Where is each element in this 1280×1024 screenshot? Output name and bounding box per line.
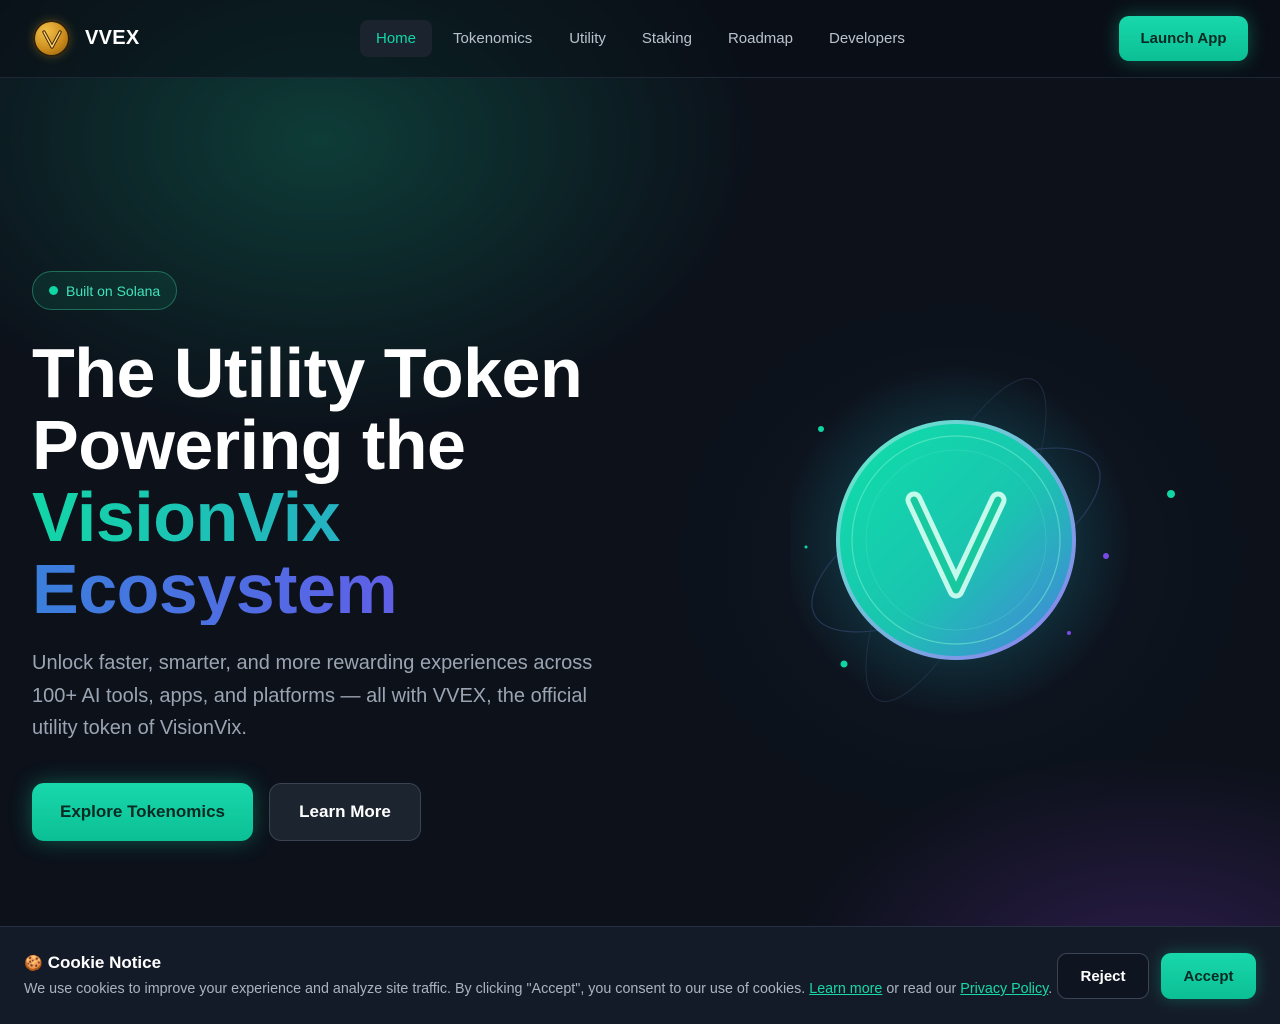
vvex-token-coin-icon: [781, 365, 1175, 715]
page: VVEX Home Tokenomics Utility Staking Roa…: [0, 0, 1280, 1024]
cookie-title: 🍪 Cookie Notice: [24, 953, 161, 973]
brand[interactable]: VVEX: [33, 20, 140, 57]
nav-item-tokenomics[interactable]: Tokenomics: [436, 20, 549, 57]
hero-token-illustration: [781, 360, 1210, 740]
nav-item-roadmap[interactable]: Roadmap: [712, 20, 809, 57]
cookie-message: We use cookies to improve your experienc…: [24, 981, 1052, 997]
explore-tokenomics-button[interactable]: Explore Tokenomics: [32, 783, 253, 841]
hero-title-line-4: Ecosystem: [32, 553, 672, 625]
status-dot-icon: [49, 286, 58, 295]
top-navbar: VVEX Home Tokenomics Utility Staking Roa…: [0, 0, 1280, 78]
accept-cookies-button[interactable]: Accept: [1161, 953, 1256, 999]
nav-item-home[interactable]: Home: [360, 20, 433, 57]
badge-label: Built on Solana: [66, 282, 161, 299]
reject-cookies-button[interactable]: Reject: [1057, 953, 1149, 999]
hero-title-line-2: Powering the: [32, 406, 466, 484]
cookie-message-middle: or read our: [886, 981, 957, 997]
cookie-learn-more-link[interactable]: Learn more: [809, 981, 882, 997]
nav-item-developers[interactable]: Developers: [813, 20, 921, 57]
cookie-icon: 🍪: [24, 955, 43, 972]
hero-title-line-1: The Utility Token: [32, 334, 583, 412]
launch-app-button[interactable]: Launch App: [1119, 16, 1248, 61]
cookie-message-text: We use cookies to improve your experienc…: [24, 981, 806, 997]
learn-more-button[interactable]: Learn More: [269, 783, 421, 841]
nav-item-utility[interactable]: Utility: [553, 20, 622, 57]
privacy-policy-link[interactable]: Privacy Policy: [960, 981, 1048, 997]
brand-name: VVEX: [85, 27, 140, 49]
vvex-gold-coin-icon: [33, 20, 70, 57]
hero-description: Unlock faster, smarter, and more rewardi…: [32, 652, 593, 739]
nav-item-staking[interactable]: Staking: [626, 20, 708, 57]
cookie-title-text: Cookie Notice: [47, 953, 162, 972]
hero-title: The Utility Token Powering the VisionVix…: [32, 337, 672, 625]
main-menu: Home Tokenomics Utility Staking Roadmap …: [360, 20, 925, 57]
hero-title-line-3: VisionVix: [32, 481, 672, 553]
cookie-message-end: .: [1048, 981, 1053, 997]
built-on-badge: Built on Solana: [32, 271, 178, 310]
